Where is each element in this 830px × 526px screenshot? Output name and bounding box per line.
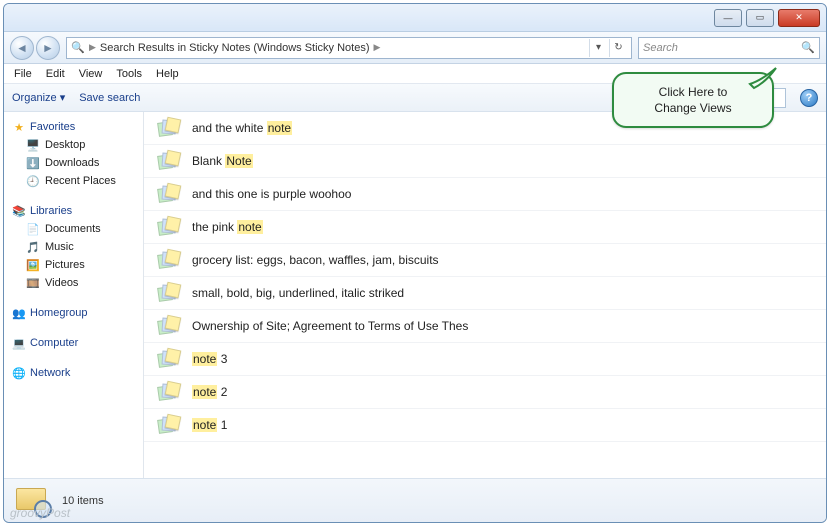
status-text: 10 items <box>62 495 104 507</box>
result-row[interactable]: note 2 <box>144 376 826 409</box>
result-row[interactable]: Ownership of Site; Agreement to Terms of… <box>144 310 826 343</box>
titlebar: — ▭ ✕ <box>4 4 826 32</box>
chevron-right-icon: ▶ <box>374 42 381 53</box>
result-title: grocery list: eggs, bacon, waffles, jam,… <box>192 253 439 267</box>
sticky-note-icon <box>158 382 182 402</box>
sidebar-network[interactable]: 🌐Network <box>8 364 139 382</box>
result-row[interactable]: and the white note <box>144 112 826 145</box>
star-icon: ★ <box>12 120 26 134</box>
result-title: Blank Note <box>192 154 253 168</box>
watermark: groovyPost <box>10 506 70 520</box>
sidebar-homegroup[interactable]: 👥Homegroup <box>8 304 139 322</box>
sticky-note-icon <box>158 283 182 303</box>
sidebar-favorites[interactable]: ★Favorites <box>8 118 139 136</box>
chevron-right-icon: ▶ <box>89 42 96 53</box>
maximize-button[interactable]: ▭ <box>746 9 774 27</box>
recent-icon: 🕘 <box>26 174 40 188</box>
refresh-button[interactable]: ↻ <box>609 39 627 57</box>
result-title: note 2 <box>192 385 227 399</box>
menu-file[interactable]: File <box>14 68 32 80</box>
documents-icon: 📄 <box>26 222 40 236</box>
change-view-button[interactable]: ▾ <box>726 88 752 108</box>
result-title: and this one is purple woohoo <box>192 187 351 201</box>
close-button[interactable]: ✕ <box>778 9 820 27</box>
sticky-note-icon <box>158 250 182 270</box>
videos-icon: 🎞️ <box>26 276 40 290</box>
sticky-note-icon <box>158 184 182 204</box>
search-placeholder: Search <box>643 42 678 54</box>
result-row[interactable]: note 1 <box>144 409 826 442</box>
results-list: and the white note Blank Note and this one… <box>144 112 826 478</box>
search-icon: 🔍 <box>801 41 815 54</box>
result-row[interactable]: and this one is purple woohoo <box>144 178 826 211</box>
sticky-note-icon <box>158 316 182 336</box>
address-bar[interactable]: 🔍 ▶ Search Results in Sticky Notes (Wind… <box>66 37 632 59</box>
result-title: Ownership of Site; Agreement to Terms of… <box>192 319 468 333</box>
result-row[interactable]: Blank Note <box>144 145 826 178</box>
sidebar-item-pictures[interactable]: 🖼️Pictures <box>8 256 139 274</box>
result-row[interactable]: small, bold, big, underlined, italic str… <box>144 277 826 310</box>
sidebar-item-documents[interactable]: 📄Documents <box>8 220 139 238</box>
result-row[interactable]: the pink note <box>144 211 826 244</box>
chevron-down-icon: ▾ <box>742 91 748 104</box>
search-folder-icon: 🔍 <box>71 41 85 55</box>
result-title: and the white note <box>192 121 292 135</box>
music-icon: 🎵 <box>26 240 40 254</box>
computer-icon: 💻 <box>12 336 26 350</box>
menu-help[interactable]: Help <box>156 68 179 80</box>
network-icon: 🌐 <box>12 366 26 380</box>
address-dropdown[interactable]: ▾ <box>589 39 607 57</box>
result-row[interactable]: note 3 <box>144 343 826 376</box>
back-button[interactable]: ◄ <box>10 36 34 60</box>
pictures-icon: 🖼️ <box>26 258 40 272</box>
list-view-icon <box>730 94 739 102</box>
sticky-note-icon <box>158 217 182 237</box>
sidebar-item-recent[interactable]: 🕘Recent Places <box>8 172 139 190</box>
homegroup-icon: 👥 <box>12 306 26 320</box>
forward-button[interactable]: ► <box>36 36 60 60</box>
navigation-pane: ★Favorites 🖥️Desktop ⬇️Downloads 🕘Recent… <box>4 112 144 478</box>
sidebar-item-music[interactable]: 🎵Music <box>8 238 139 256</box>
result-title: note 3 <box>192 352 227 366</box>
nav-bar: ◄ ► 🔍 ▶ Search Results in Sticky Notes (… <box>4 32 826 64</box>
command-bar: Organize ▾ Save search ▾ ? <box>4 84 826 112</box>
result-title: the pink note <box>192 220 263 234</box>
address-text: Search Results in Sticky Notes (Windows … <box>100 42 370 54</box>
organize-button[interactable]: Organize ▾ <box>12 91 65 104</box>
libraries-icon: 📚 <box>12 204 26 218</box>
status-bar: 10 items <box>4 478 826 522</box>
downloads-icon: ⬇️ <box>26 156 40 170</box>
sticky-note-icon <box>158 349 182 369</box>
help-button[interactable]: ? <box>800 89 818 107</box>
save-search-button[interactable]: Save search <box>79 92 140 104</box>
sticky-note-icon <box>158 151 182 171</box>
sidebar-item-desktop[interactable]: 🖥️Desktop <box>8 136 139 154</box>
result-row[interactable]: grocery list: eggs, bacon, waffles, jam,… <box>144 244 826 277</box>
result-title: small, bold, big, underlined, italic str… <box>192 286 404 300</box>
desktop-icon: 🖥️ <box>26 138 40 152</box>
sticky-note-icon <box>158 118 182 138</box>
preview-pane-button[interactable] <box>766 88 786 108</box>
result-title: note 1 <box>192 418 227 432</box>
sidebar-libraries[interactable]: 📚Libraries <box>8 202 139 220</box>
menu-bar: File Edit View Tools Help <box>4 64 826 84</box>
menu-edit[interactable]: Edit <box>46 68 65 80</box>
minimize-button[interactable]: — <box>714 9 742 27</box>
sidebar-item-downloads[interactable]: ⬇️Downloads <box>8 154 139 172</box>
menu-tools[interactable]: Tools <box>116 68 142 80</box>
sidebar-computer[interactable]: 💻Computer <box>8 334 139 352</box>
search-input[interactable]: Search 🔍 <box>638 37 820 59</box>
menu-view[interactable]: View <box>79 68 103 80</box>
sticky-note-icon <box>158 415 182 435</box>
sidebar-item-videos[interactable]: 🎞️Videos <box>8 274 139 292</box>
